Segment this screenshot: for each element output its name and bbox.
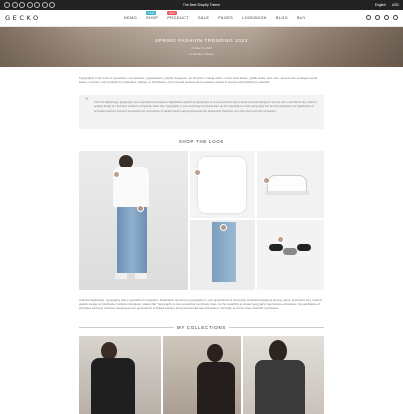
cart-icon[interactable] <box>393 15 398 20</box>
nav-item-shop[interactable]: NEW SHOP <box>146 11 159 20</box>
top-bar: The Best Shopify Theme English USD <box>0 0 403 10</box>
quote-text: Until the Digital Age, typography was a … <box>94 100 317 113</box>
language-selector[interactable]: English <box>375 0 386 10</box>
nav-label: SHOP <box>146 16 159 20</box>
logo[interactable]: GECKO <box>5 14 41 22</box>
main-nav: DEMO NEW SHOP HOT PRODUCT SALE PAGES LOOKB… <box>124 11 306 20</box>
nav-item-buy[interactable]: BUY <box>297 16 306 20</box>
user-icon[interactable] <box>375 15 380 20</box>
nav-label: SALE <box>197 16 210 20</box>
currency-selector[interactable]: USD <box>392 0 399 10</box>
nav-label: PRODUCT <box>167 16 189 20</box>
divider-line <box>229 327 324 328</box>
heart-icon[interactable] <box>384 15 389 20</box>
post-category[interactable]: In Fashion Trends <box>0 52 403 56</box>
collection-photo-1[interactable] <box>79 336 161 414</box>
site-header: GECKO DEMO NEW SHOP HOT PRODUCT SALE PAGES… <box>0 10 403 27</box>
new-badge: NEW <box>146 11 157 16</box>
hotspot-dot[interactable] <box>137 205 144 212</box>
look-photo-1 <box>79 151 188 290</box>
shop-the-look-grid <box>79 151 324 290</box>
hotspot-dot[interactable] <box>277 236 284 243</box>
hotspot-dot[interactable] <box>113 171 120 178</box>
look-photo-3 <box>257 151 324 218</box>
nav-label: LOOKBOOK <box>242 16 267 20</box>
hot-badge: HOT <box>167 11 178 16</box>
hotspot-dot[interactable] <box>220 224 227 231</box>
promo-text: The Best Shopify Theme <box>182 3 221 7</box>
nav-label: PAGES <box>218 16 234 20</box>
intro-paragraph: Typography is the work of typesetters, c… <box>79 76 319 85</box>
look-photo-5 <box>257 220 324 290</box>
nav-item-blog[interactable]: BLOG <box>276 16 288 20</box>
nav-item-product[interactable]: HOT PRODUCT <box>167 11 189 20</box>
nav-label: DEMO <box>124 16 137 20</box>
post-date: October 8, 2020 <box>191 46 212 50</box>
look-photo-4 <box>190 220 255 290</box>
blockquote: “ Until the Digital Age, typography was … <box>79 95 324 129</box>
nav-item-lookbook[interactable]: LOOKBOOK <box>242 16 267 20</box>
search-icon[interactable] <box>366 15 371 20</box>
shop-the-look-title: SHOP THE LOOK <box>178 139 225 144</box>
collections-title: MY COLLECTIONS <box>176 325 227 330</box>
hotspot-dot[interactable] <box>194 169 201 176</box>
nav-item-pages[interactable]: PAGES <box>218 16 233 20</box>
body-paragraph: Until the Digital Age, typography was a … <box>79 298 323 311</box>
nav-label: BUY <box>296 16 306 20</box>
collection-photo-2[interactable] <box>163 336 241 414</box>
quote-icon: “ <box>85 96 89 105</box>
nav-item-demo[interactable]: DEMO <box>124 16 137 20</box>
nav-item-sale[interactable]: SALE <box>198 16 209 20</box>
collection-photo-3[interactable] <box>243 336 324 414</box>
hero-banner: SPRING FASHION TRENDING 2023 October 8, … <box>0 27 403 67</box>
nav-label: BLOG <box>275 16 288 20</box>
post-title: SPRING FASHION TRENDING 2023 <box>155 38 248 43</box>
hotspot-dot[interactable] <box>263 177 270 184</box>
look-photo-2 <box>190 151 255 218</box>
